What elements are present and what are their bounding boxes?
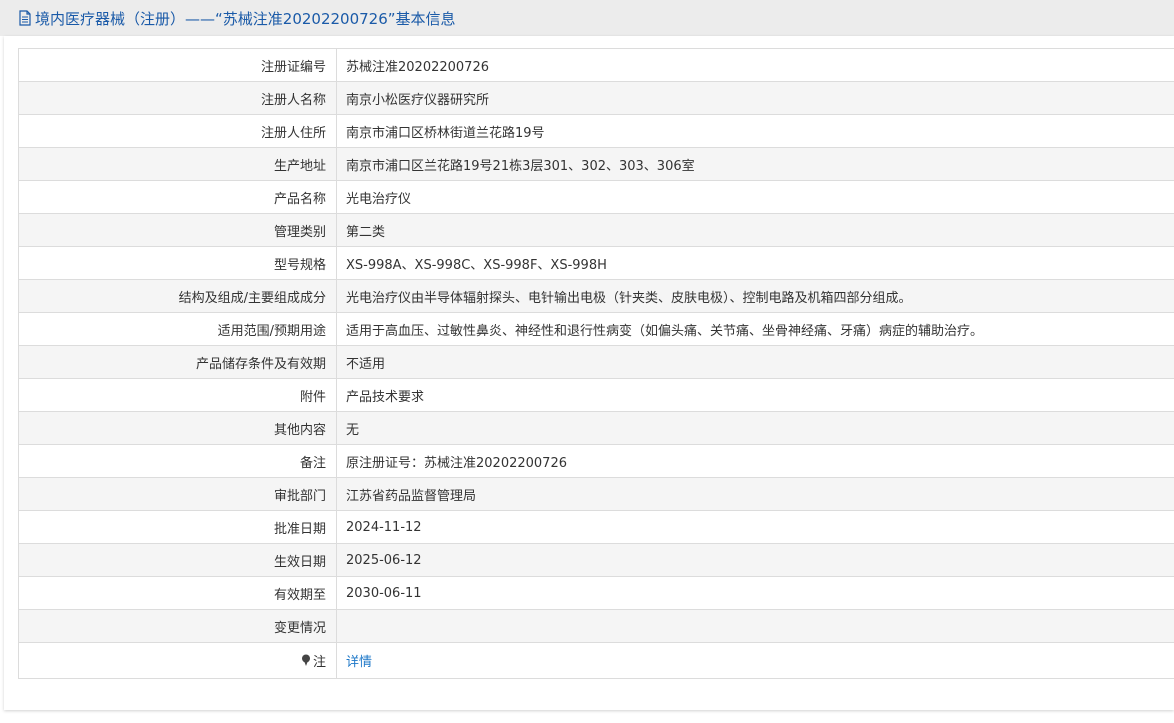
page-header: 境内医疗器械（注册）——“苏械注准20202200726”基本信息 [0,0,1174,36]
table-row: 适用范围/预期用途 适用于高血压、过敏性鼻炎、神经性和退行性病变（如偏头痛、关节痛… [18,312,1174,346]
details-link[interactable]: 详情 [346,655,372,670]
field-label: 注册人名称 [18,81,337,115]
info-table: 注册证编号 苏械注准20202200726 注册人名称 南京小松医疗仪器研究所 注册人住… [18,48,1174,679]
field-label: 审批部门 [18,477,337,511]
field-label: 变更情况 [18,609,337,643]
field-label: 批准日期 [18,510,337,544]
table-row: 注册证编号 苏械注准20202200726 [18,48,1174,82]
field-value: 2024-11-12 [336,510,1174,544]
document-icon [19,10,31,26]
field-label: 结构及组成/主要组成成分 [18,279,337,313]
field-value [336,609,1174,643]
field-value: 光电治疗仪 [336,180,1174,214]
field-value: 无 [336,411,1174,445]
field-value: 2025-06-12 [336,543,1174,577]
field-label: 注册证编号 [18,48,337,82]
field-label: 有效期至 [18,576,337,610]
table-row: 其他内容无 [18,411,1174,445]
field-value: 南京小松医疗仪器研究所 [336,81,1174,115]
field-label: 备注 [18,444,337,478]
table-row: 附件 产品技术要求 [18,378,1174,412]
table-row: 管理类别 第二类 [18,213,1174,247]
field-value: XS-998A、XS-998C、XS-998F、XS-998H [336,246,1174,280]
page-title: 境内医疗器械（注册）——“苏械注准20202200726”基本信息 [35,9,456,28]
field-value: 第二类 [336,213,1174,247]
field-value: 南京市浦口区桥林街道兰花路19号 [336,114,1174,148]
field-value: 适用于高血压、过敏性鼻炎、神经性和退行性病变（如偏头痛、关节痛、坐骨神经痛、牙痛… [336,312,1174,346]
field-label: 生效日期 [18,543,337,577]
table-row: 结构及组成/主要组成成分 光电治疗仪由半导体辐射探头、电针输出电极（针夹类、皮肤电… [18,279,1174,313]
info-panel: 注册证编号 苏械注准20202200726 注册人名称 南京小松医疗仪器研究所 注册人住… [4,36,1174,710]
table-row: 生产地址 南京市浦口区兰花路19号21栋3层301、302、303、306室 [18,147,1174,181]
field-label: 产品名称 [18,180,337,214]
field-label: 注册人住所 [18,114,337,148]
field-value: 南京市浦口区兰花路19号21栋3层301、302、303、306室 [336,147,1174,181]
table-row: 审批部门 江苏省药品监督管理局 [18,477,1174,511]
table-row: 备注 原注册证号：苏械注准20202200726 [18,444,1174,478]
table-row: 注册人名称 南京小松医疗仪器研究所 [18,81,1174,115]
table-row: 产品储存条件及有效期 不适用 [18,345,1174,379]
field-label: 产品储存条件及有效期 [18,345,337,379]
table-row: 变更情况 [18,609,1174,643]
table-row: 型号规格 XS-998A、XS-998C、XS-998F、XS-998H [18,246,1174,280]
field-label: 附件 [18,378,337,412]
field-label: 管理类别 [18,213,337,247]
field-label: 型号规格 [18,246,337,280]
table-row: 批准日期 2024-11-12 [18,510,1174,544]
table-row: 有效期至 2030-06-11 [18,576,1174,610]
table-row-note: 注 详情 [18,642,1174,679]
table-row: 产品名称 光电治疗仪 [18,180,1174,214]
note-label: 注 [312,654,326,670]
field-value: 光电治疗仪由半导体辐射探头、电针输出电极（针夹类、皮肤电极）、控制电路及机箱四部… [336,279,1174,313]
pin-icon [301,654,310,667]
note-label-cell: 注 [18,642,337,679]
field-label: 适用范围/预期用途 [18,312,337,346]
field-value: 原注册证号：苏械注准20202200726 [336,444,1174,478]
field-value: 2030-06-11 [336,576,1174,610]
field-value: 产品技术要求 [336,378,1174,412]
field-value: 苏械注准20202200726 [336,48,1174,82]
field-value: 江苏省药品监督管理局 [336,477,1174,511]
field-label: 生产地址 [18,147,337,181]
field-value: 不适用 [336,345,1174,379]
table-row: 生效日期 2025-06-12 [18,543,1174,577]
field-label: 其他内容 [18,411,337,445]
table-row: 注册人住所 南京市浦口区桥林街道兰花路19号 [18,114,1174,148]
note-value-cell: 详情 [336,642,1174,679]
